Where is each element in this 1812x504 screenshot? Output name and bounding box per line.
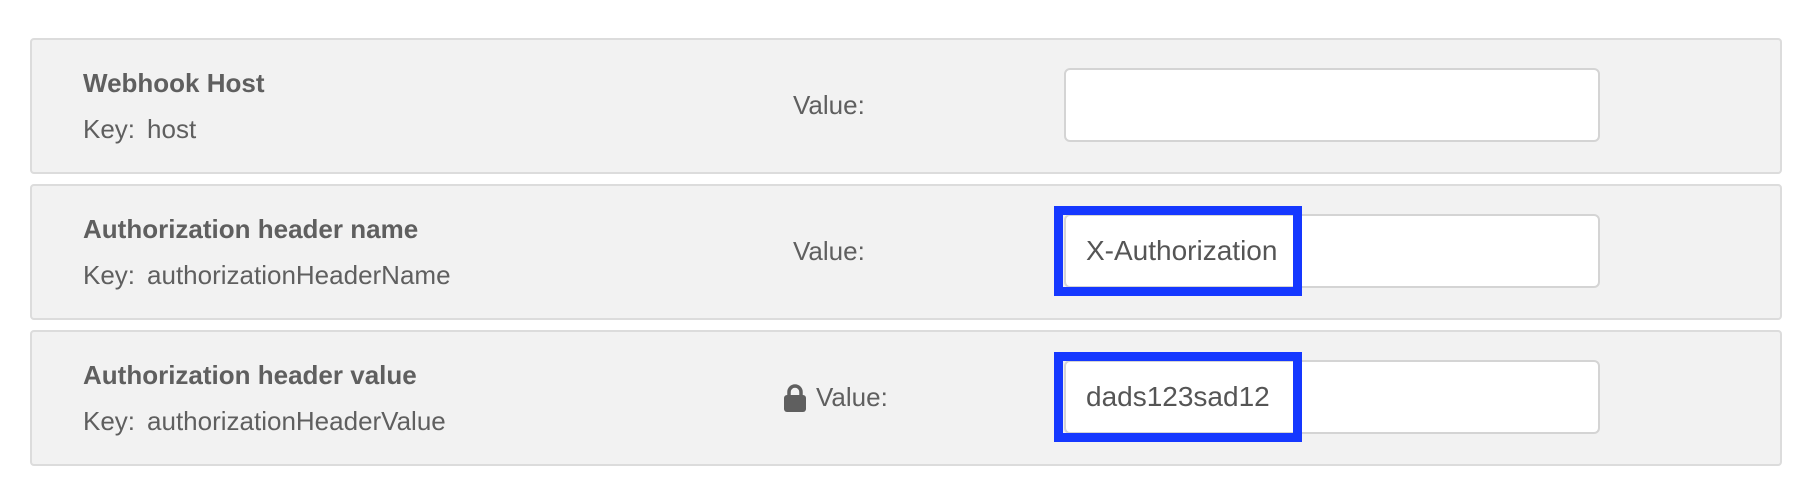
key-value: authorizationHeaderValue	[147, 406, 446, 436]
setting-title: Webhook Host	[83, 68, 265, 98]
key-value: authorizationHeaderName	[147, 260, 451, 290]
host-value-input[interactable]	[1064, 68, 1600, 142]
setting-title: Authorization header name	[83, 214, 419, 244]
setting-key: Key: host	[83, 114, 196, 145]
value-label: Value:	[793, 90, 865, 121]
setting-key: Key: authorizationHeaderName	[83, 260, 451, 291]
setting-row-authorization-header-value: Authorization header value Key: authoriza…	[30, 330, 1782, 466]
key-prefix-label: Key:	[83, 406, 136, 436]
key-prefix-label: Key:	[83, 114, 136, 144]
value-label-text: Value:	[793, 90, 865, 120]
setting-title: Authorization header value	[83, 360, 417, 390]
setting-row-authorization-header-name: Authorization header name Key: authorizat…	[30, 184, 1782, 320]
key-value: host	[147, 114, 197, 144]
value-label-text: Value:	[793, 236, 865, 266]
value-label: Value:	[784, 382, 888, 413]
setting-row-webhook-host: Webhook Host Key: host Value:	[30, 38, 1782, 174]
value-label-text: Value:	[816, 382, 888, 412]
key-prefix-label: Key:	[83, 260, 136, 290]
lock-icon	[784, 383, 806, 412]
authorization-header-name-input[interactable]	[1064, 214, 1600, 288]
setting-key: Key: authorizationHeaderValue	[83, 406, 446, 437]
value-label: Value:	[793, 236, 865, 267]
authorization-header-value-input[interactable]	[1064, 360, 1600, 434]
settings-list: Webhook Host Key: host Value: Authorizati…	[30, 38, 1782, 476]
